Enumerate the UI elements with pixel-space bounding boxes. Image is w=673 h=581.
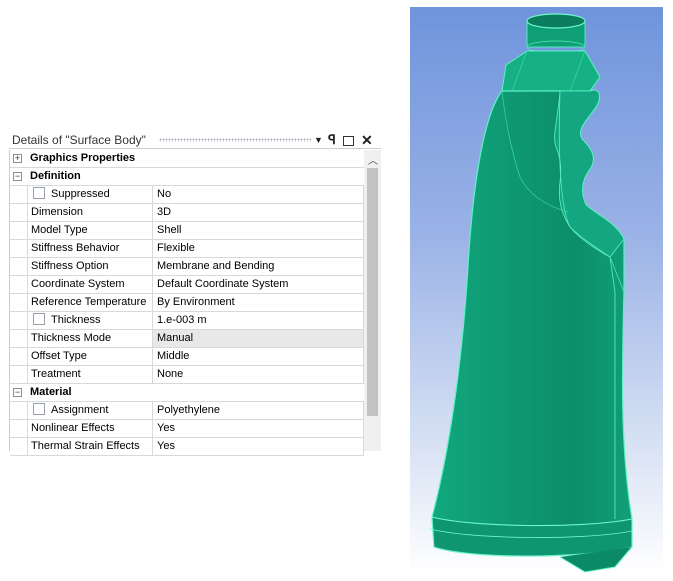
property-row-stiffness-option[interactable]: Stiffness Option Membrane and Bending (10, 258, 364, 276)
close-icon[interactable]: ✕ (361, 131, 373, 149)
scrollbar-thumb[interactable] (367, 168, 378, 416)
bottle-shoulder (501, 50, 601, 92)
property-value[interactable]: Membrane and Bending (153, 258, 364, 275)
assignment-checkbox[interactable] (33, 403, 45, 415)
property-name: Nonlinear Effects (27, 420, 153, 437)
details-panel-title: Details of "Surface Body" (12, 133, 146, 147)
group-graphics-properties[interactable]: + Graphics Properties (10, 150, 364, 168)
group-definition[interactable]: − Definition (10, 168, 364, 186)
group-label: Definition (30, 170, 81, 182)
pin-icon[interactable]: ꟼ (328, 131, 336, 149)
property-name: Model Type (27, 222, 153, 239)
property-value[interactable]: 3D (153, 204, 364, 221)
property-row-coordinate-system[interactable]: Coordinate System Default Coordinate Sys… (10, 276, 364, 294)
property-value[interactable]: No (153, 186, 364, 203)
property-name: Reference Temperature (27, 294, 153, 311)
property-value[interactable]: Manual (153, 330, 364, 347)
group-label: Graphics Properties (30, 152, 136, 164)
property-value[interactable]: None (153, 366, 364, 383)
thickness-checkbox[interactable] (33, 313, 45, 325)
property-name: Stiffness Behavior (27, 240, 153, 257)
property-name: Assignment (27, 402, 153, 419)
property-name: Thermal Strain Effects (27, 438, 153, 455)
bottle-body (431, 89, 633, 557)
collapse-icon[interactable]: − (13, 388, 22, 397)
property-value[interactable]: Flexible (153, 240, 364, 257)
property-value[interactable]: Middle (153, 348, 364, 365)
property-value[interactable]: By Environment (153, 294, 364, 311)
vertical-scrollbar[interactable]: ︿ (364, 150, 381, 451)
property-value[interactable]: Shell (153, 222, 364, 239)
collapse-icon[interactable]: − (13, 172, 22, 181)
property-row-nonlinear-effects[interactable]: Nonlinear Effects Yes (10, 420, 364, 438)
property-name: Treatment (27, 366, 153, 383)
details-panel: Details of "Surface Body" ▼ ꟼ ✕ + Graphi… (9, 131, 381, 456)
property-row-reference-temperature[interactable]: Reference Temperature By Environment (10, 294, 364, 312)
scroll-up-arrow-icon[interactable]: ︿ (368, 152, 378, 167)
property-name: Thickness (27, 312, 153, 329)
graphics-viewport[interactable] (410, 7, 663, 575)
property-row-thickness-mode[interactable]: Thickness Mode Manual (10, 330, 364, 348)
property-row-suppressed[interactable]: Suppressed No (10, 186, 364, 204)
property-name: Suppressed (27, 186, 153, 203)
bottle-model[interactable] (410, 7, 663, 575)
property-row-dimension[interactable]: Dimension 3D (10, 204, 364, 222)
bottle-mouth (526, 13, 586, 29)
property-name: Coordinate System (27, 276, 153, 293)
property-value[interactable]: Polyethylene (153, 402, 364, 419)
property-value[interactable]: Yes (153, 438, 364, 455)
property-row-stiffness-behavior[interactable]: Stiffness Behavior Flexible (10, 240, 364, 258)
property-row-offset-type[interactable]: Offset Type Middle (10, 348, 364, 366)
property-value[interactable]: 1.e-003 m (153, 312, 364, 329)
suppressed-checkbox[interactable] (33, 187, 45, 199)
property-row-treatment[interactable]: Treatment None (10, 366, 364, 384)
property-row-thickness[interactable]: Thickness 1.e-003 m (10, 312, 364, 330)
property-name: Dimension (27, 204, 153, 221)
property-name: Thickness Mode (27, 330, 153, 347)
expand-icon[interactable]: + (13, 154, 22, 163)
property-value[interactable]: Default Coordinate System (153, 276, 364, 293)
property-name: Offset Type (27, 348, 153, 365)
details-panel-header: Details of "Surface Body" ▼ ꟼ ✕ (9, 131, 381, 149)
group-material[interactable]: − Material (10, 384, 364, 402)
property-row-assignment[interactable]: Assignment Polyethylene (10, 402, 364, 420)
drag-grip-icon[interactable] (159, 138, 311, 142)
property-value[interactable]: Yes (153, 420, 364, 437)
maximize-icon[interactable] (343, 136, 354, 146)
dropdown-arrow-icon[interactable]: ▼ (314, 131, 323, 149)
group-label: Material (30, 386, 72, 398)
property-row-thermal-strain-effects[interactable]: Thermal Strain Effects Yes (10, 438, 364, 456)
property-row-model-type[interactable]: Model Type Shell (10, 222, 364, 240)
details-grid: + Graphics Properties − Definition Suppr… (9, 150, 381, 456)
property-name: Stiffness Option (27, 258, 153, 275)
